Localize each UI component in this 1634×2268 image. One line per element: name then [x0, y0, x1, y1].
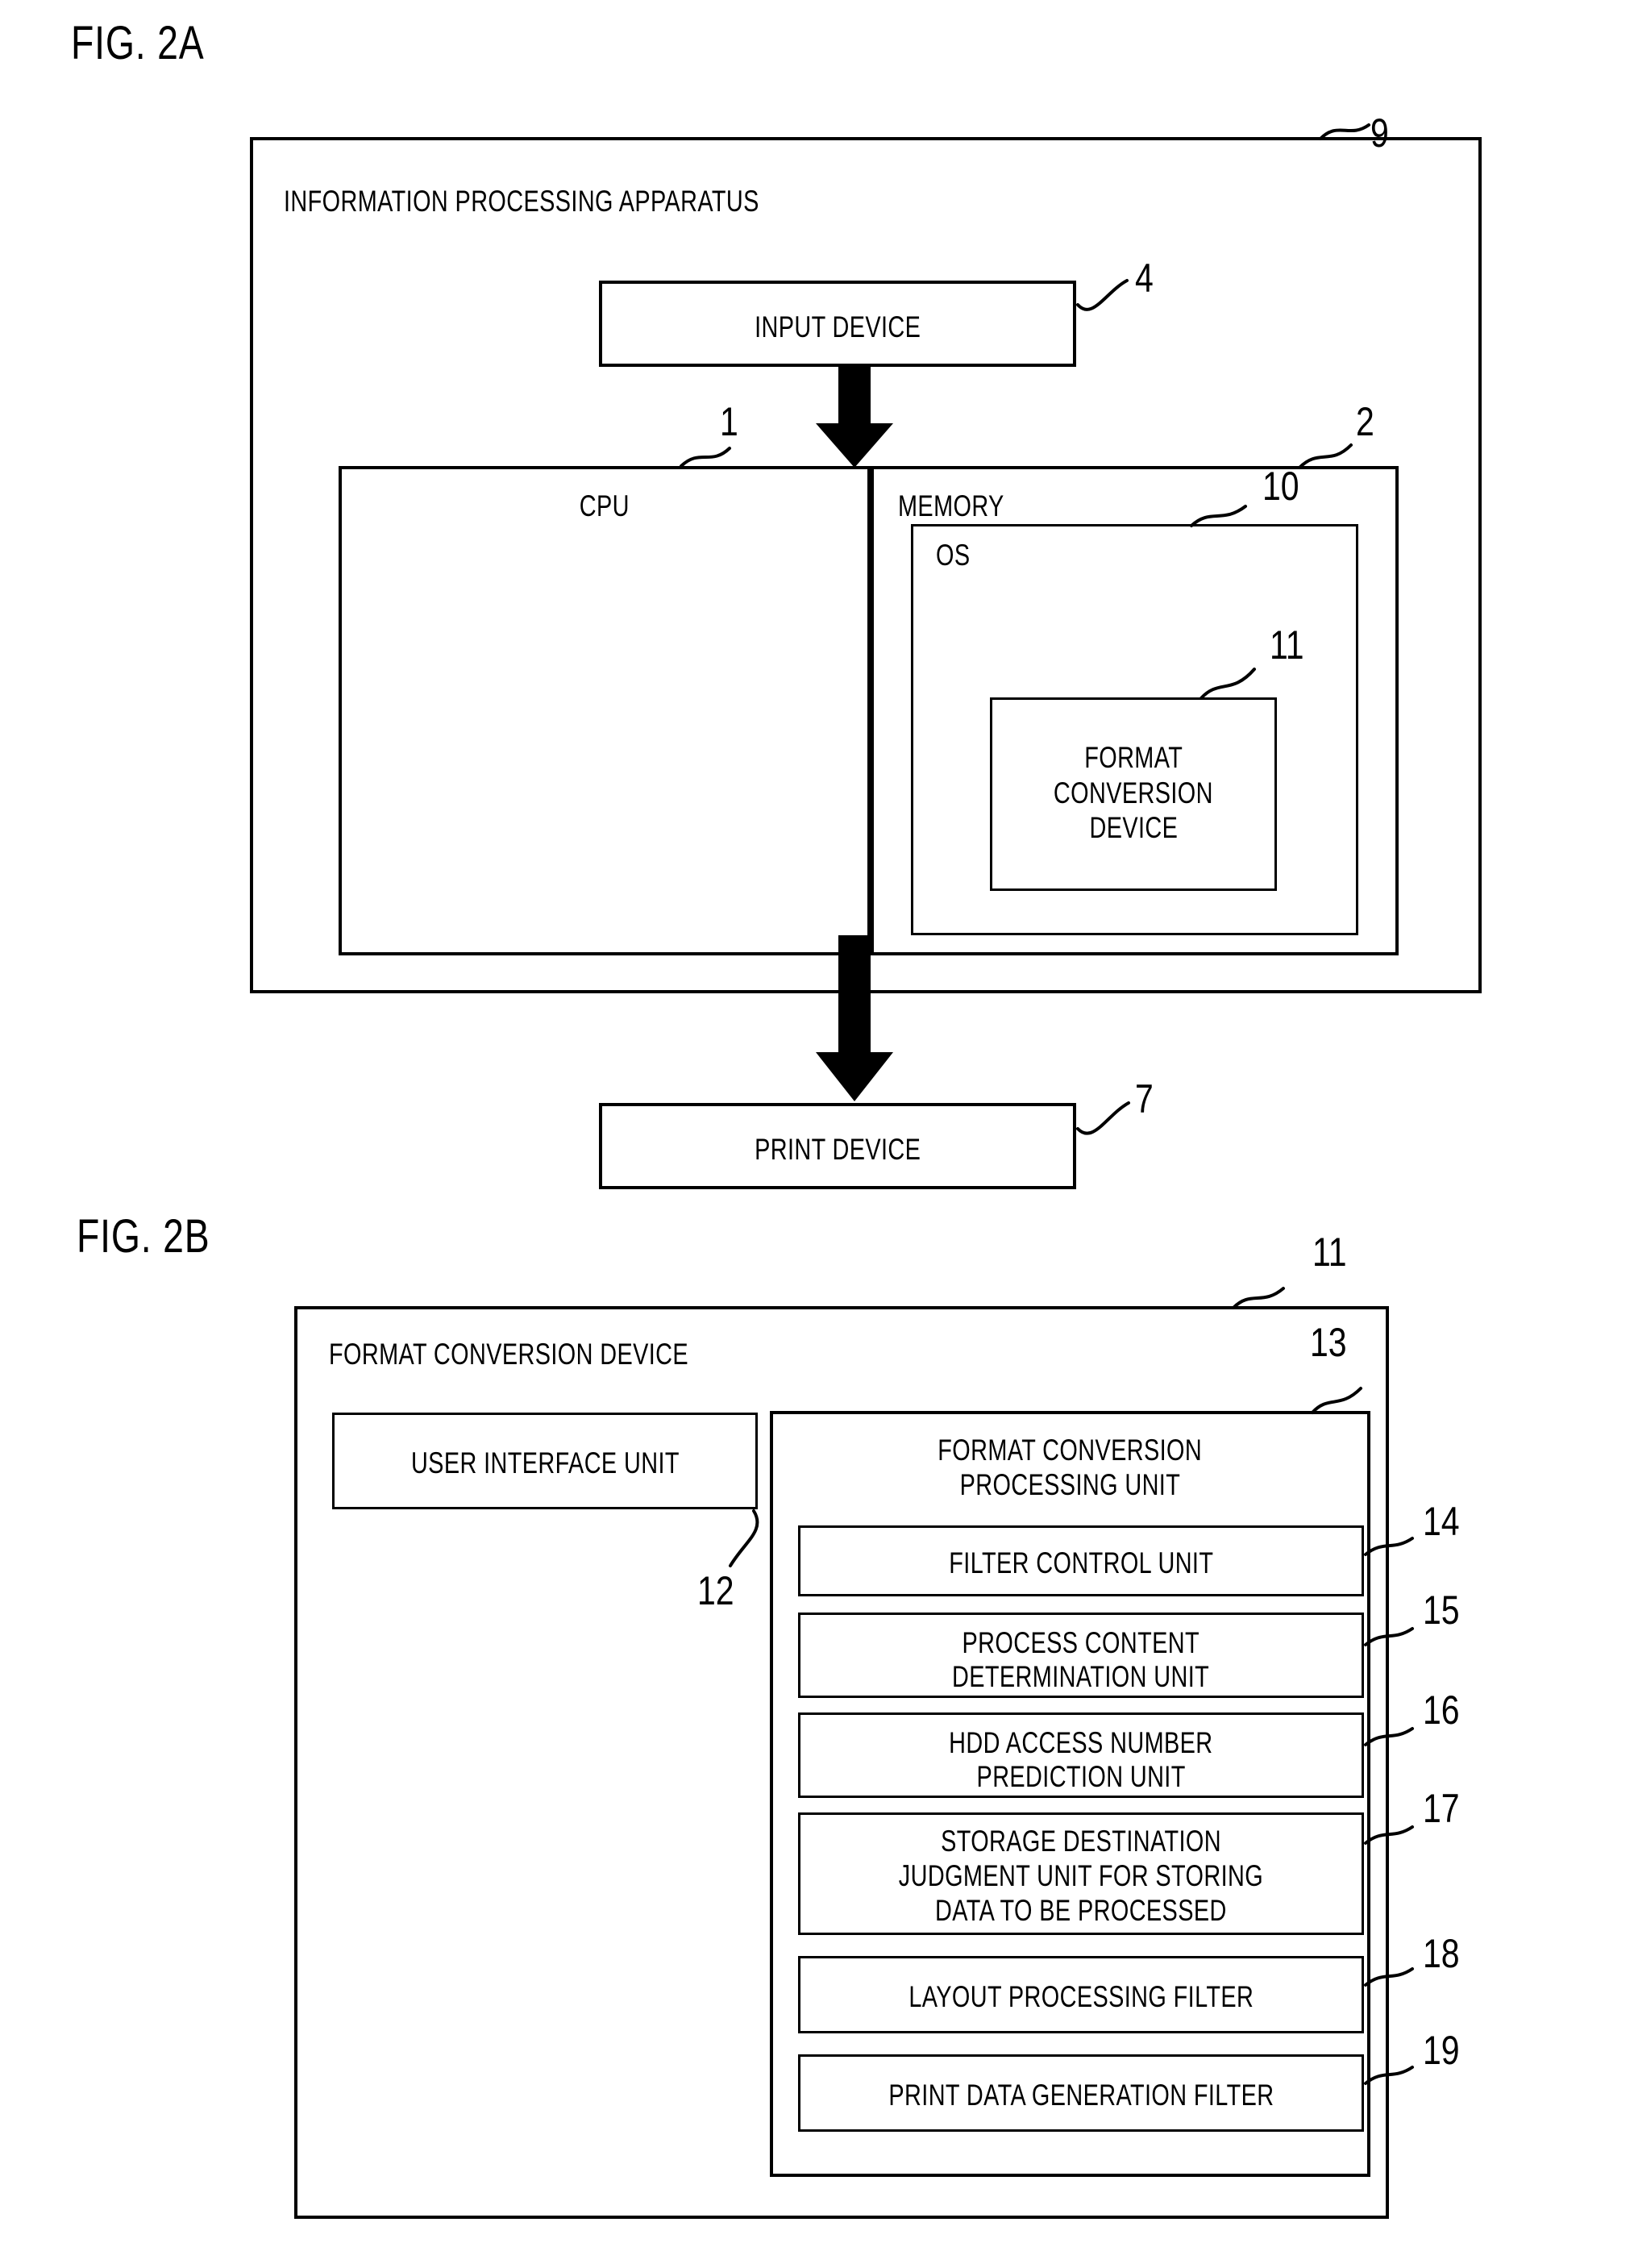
figure-label-2b: FIG. 2B [77, 1210, 210, 1263]
print-device-box: PRINT DEVICE [599, 1103, 1076, 1189]
ref-numeral-14: 14 [1423, 1499, 1460, 1544]
input-device-label: INPUT DEVICE [754, 310, 921, 343]
format-conversion-device-label: FORMAT CONVERSION DEVICE [1054, 741, 1213, 845]
ref-numeral-11-fig2a: 11 [1270, 622, 1304, 668]
ref-numeral-1: 1 [720, 399, 738, 444]
process-content-determination-unit-box: PROCESS CONTENT DETERMINATION UNIT [798, 1613, 1364, 1698]
ref-numeral-7: 7 [1135, 1076, 1154, 1122]
ref-numeral-16: 16 [1423, 1687, 1460, 1733]
print-data-generation-filter-box: PRINT DATA GENERATION FILTER [798, 2054, 1364, 2132]
figure-label-2a: FIG. 2A [71, 17, 205, 69]
ref-numeral-10: 10 [1262, 464, 1299, 509]
filter-control-unit-box: FILTER CONTROL UNIT [798, 1525, 1364, 1596]
layout-processing-filter-box: LAYOUT PROCESSING FILTER [798, 1956, 1364, 2033]
user-interface-unit-box: USER INTERFACE UNIT [332, 1413, 758, 1509]
ref-numeral-15: 15 [1423, 1588, 1460, 1633]
leader-line-11-fig2b [1232, 1287, 1285, 1309]
format-conversion-device-box: FORMAT CONVERSION DEVICE [990, 697, 1277, 891]
ref-numeral-17: 17 [1423, 1786, 1460, 1831]
ref-numeral-19: 19 [1423, 2028, 1460, 2073]
storage-destination-judgment-unit-box: STORAGE DESTINATION JUDGMENT UNIT FOR STO… [798, 1812, 1364, 1935]
format-conversion-processing-unit-label: FORMAT CONVERSION PROCESSING UNIT [938, 1434, 1203, 1501]
hdd-access-number-prediction-unit-label: HDD ACCESS NUMBER PREDICTION UNIT [949, 1726, 1213, 1794]
layout-processing-filter-label: LAYOUT PROCESSING FILTER [908, 1980, 1254, 2013]
ref-numeral-9: 9 [1370, 110, 1389, 156]
leader-line-7 [1076, 1101, 1130, 1135]
information-processing-apparatus-title: INFORMATION PROCESSING APPARATUS [284, 185, 759, 218]
cpu-box: CPU [339, 466, 871, 955]
filter-control-unit-label: FILTER CONTROL UNIT [948, 1546, 1214, 1579]
print-data-generation-filter-label: PRINT DATA GENERATION FILTER [888, 2079, 1274, 2112]
ref-numeral-12: 12 [697, 1568, 734, 1613]
format-conversion-device-title: FORMAT CONVERSION DEVICE [329, 1338, 689, 1371]
ref-numeral-11-fig2b: 11 [1312, 1230, 1347, 1275]
ref-numeral-2: 2 [1356, 399, 1374, 444]
hdd-access-number-prediction-unit-box: HDD ACCESS NUMBER PREDICTION UNIT [798, 1712, 1364, 1798]
user-interface-unit-label: USER INTERFACE UNIT [410, 1446, 680, 1479]
memory-label: MEMORY [898, 489, 1004, 522]
os-label: OS [936, 539, 971, 572]
print-device-label: PRINT DEVICE [754, 1133, 921, 1166]
input-device-box: INPUT DEVICE [599, 281, 1076, 367]
cpu-label: CPU [579, 489, 630, 522]
ref-numeral-4: 4 [1135, 256, 1154, 301]
storage-destination-judgment-unit-label: STORAGE DESTINATION JUDGMENT UNIT FOR STO… [898, 1825, 1264, 1927]
process-content-determination-unit-label: PROCESS CONTENT DETERMINATION UNIT [952, 1626, 1210, 1694]
ref-numeral-13: 13 [1310, 1320, 1347, 1365]
ref-numeral-18: 18 [1423, 1931, 1460, 1976]
